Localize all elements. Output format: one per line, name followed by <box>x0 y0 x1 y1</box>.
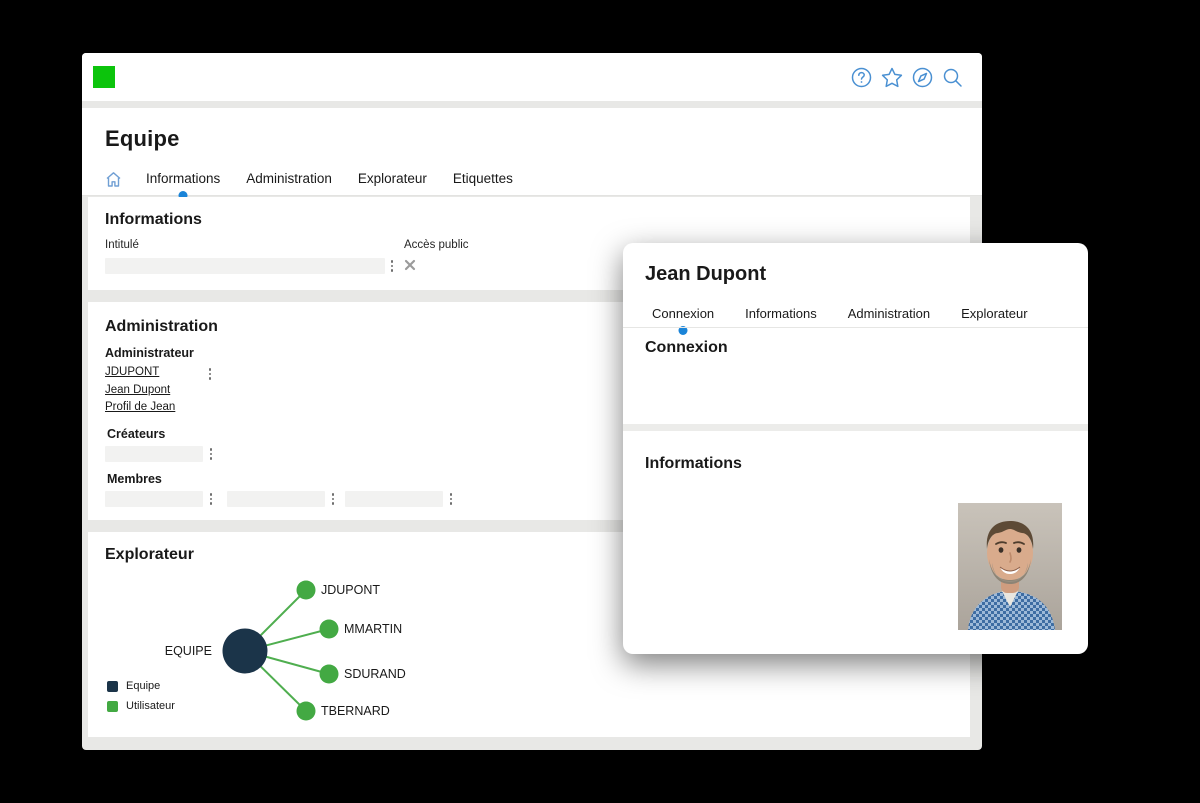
main-tab-bar: Informations Administration Explorateur … <box>105 168 515 190</box>
user-node-tbernard[interactable] <box>297 702 316 721</box>
user-node-sdurand[interactable] <box>320 665 339 684</box>
tab-etiquettes[interactable]: Etiquettes <box>451 168 515 190</box>
legend-swatch-utilisateur <box>107 701 118 712</box>
administration-heading: Administration <box>105 318 218 336</box>
legend-label-utilisateur: Utilisateur <box>126 700 175 712</box>
createurs-label: Créateurs <box>107 427 165 441</box>
popup-section-separator <box>623 424 1088 431</box>
connexion-heading: Connexion <box>645 339 728 357</box>
popup-tab-bar: Connexion Informations Administration Ex… <box>650 303 1030 325</box>
user-detail-popup: Jean Dupont Connexion Informations Admin… <box>623 243 1088 654</box>
informations-heading: Informations <box>105 211 202 229</box>
title-block: Equipe Informations Administration Explo… <box>82 108 982 196</box>
legend-item-equipe: Equipe <box>107 680 160 692</box>
tab-explorateur[interactable]: Explorateur <box>356 168 429 190</box>
help-icon[interactable] <box>851 67 872 88</box>
legend-swatch-equipe <box>107 681 118 692</box>
intitule-menu-icon[interactable] <box>390 259 394 273</box>
node-label-jdupont: JDUPONT <box>321 583 380 597</box>
star-icon[interactable] <box>881 67 903 88</box>
membres-menu-icon-1[interactable] <box>209 492 213 506</box>
root-node-label: EQUIPE <box>102 644 212 658</box>
intitule-input[interactable] <box>105 258 385 274</box>
administrateur-link-jean-dupont[interactable]: Jean Dupont <box>105 384 170 396</box>
user-node-jdupont[interactable] <box>297 581 316 600</box>
tab-informations[interactable]: Informations <box>144 168 222 190</box>
popup-tab-connexion[interactable]: Connexion <box>650 303 716 325</box>
node-label-tbernard: TBERNARD <box>321 704 390 718</box>
membres-input-3[interactable] <box>345 491 443 507</box>
legend-item-utilisateur: Utilisateur <box>107 700 175 712</box>
membres-menu-icon-2[interactable] <box>331 492 335 506</box>
createurs-menu-icon[interactable] <box>209 447 213 461</box>
popup-tab-informations[interactable]: Informations <box>743 303 819 325</box>
administrateur-label: Administrateur <box>105 346 194 360</box>
node-label-mmartin: MMARTIN <box>344 622 402 636</box>
popup-tab-explorateur[interactable]: Explorateur <box>959 303 1029 325</box>
popup-tabs-divider <box>623 327 1088 328</box>
equipe-node[interactable] <box>223 629 268 674</box>
user-node-mmartin[interactable] <box>320 620 339 639</box>
intitule-label: Intitulé <box>105 239 139 251</box>
administrateur-link-profil[interactable]: Profil de Jean <box>105 401 175 413</box>
app-logo <box>93 66 115 88</box>
createurs-input[interactable] <box>105 446 203 462</box>
page-title: Equipe <box>105 126 180 152</box>
profile-photo <box>958 503 1062 630</box>
membres-menu-icon-3[interactable] <box>449 492 453 506</box>
search-icon[interactable] <box>942 67 963 88</box>
membres-label: Membres <box>107 472 162 486</box>
tab-administration[interactable]: Administration <box>244 168 334 190</box>
administrateur-menu-icon[interactable] <box>208 367 212 381</box>
acces-public-label: Accès public <box>404 239 469 251</box>
app-header <box>82 53 982 101</box>
popup-informations-heading: Informations <box>645 455 742 473</box>
compass-icon[interactable] <box>912 67 933 88</box>
node-label-sdurand: SDURAND <box>344 667 406 681</box>
popup-title: Jean Dupont <box>645 263 766 286</box>
membres-input-1[interactable] <box>105 491 203 507</box>
home-icon[interactable] <box>105 171 122 188</box>
administrateur-link-jdupont[interactable]: JDUPONT <box>105 366 159 378</box>
legend-label-equipe: Equipe <box>126 680 160 692</box>
membres-input-2[interactable] <box>227 491 325 507</box>
acces-public-x-icon[interactable] <box>404 258 416 276</box>
popup-tab-administration[interactable]: Administration <box>846 303 932 325</box>
